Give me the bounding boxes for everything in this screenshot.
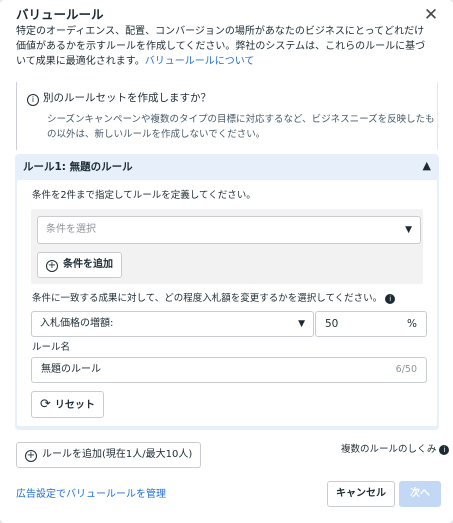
condition-select[interactable]: 条件を選択 ▼ [37, 216, 421, 244]
rule-heading: ルール1: 無題のルール [23, 161, 133, 173]
rule-name-label: ルール名 [32, 342, 71, 353]
chevron-up-icon[interactable]: ▲ [423, 159, 431, 172]
bid-adjust-text: 条件に一致する成果に対して、どの程度入札額を変更するかを選択してください。 [32, 293, 383, 304]
info-box: i 別のルールセットを作成しますか？ シーズンキャンペーンや複数のタイプの目標に対… [16, 82, 438, 150]
info-icon: i [439, 445, 450, 455]
rule-panel: ルール1: 無題のルール ▲ 条件を2件まで指定してルールを定義してください。 … [15, 154, 439, 430]
add-condition-button[interactable]: + 条件を追加 [37, 252, 122, 278]
caret-down-icon: ▼ [405, 225, 412, 235]
percent-unit: % [407, 318, 417, 330]
close-icon[interactable]: ✕ [423, 7, 439, 24]
reset-label: リセット [54, 400, 95, 411]
rule-name-input[interactable]: 無題のルール 6/50 [31, 357, 427, 383]
info-question: i 別のルールセットを作成しますか？ [27, 91, 211, 106]
next-button[interactable]: 次へ [399, 481, 441, 507]
rule-content: 条件を2件まで指定してルールを定義してください。 条件を選択 ▼ + 条件を追加 … [17, 180, 437, 426]
condition-label: 条件を2件まで指定してルールを定義してください。 [32, 190, 256, 201]
add-rule-label: ルールを追加(現在1人/最大10人) [42, 449, 193, 460]
bid-percent-value: 50 [325, 318, 339, 330]
multiple-rules-text: 複数のルールのしくみ [341, 444, 437, 455]
bid-percent-input[interactable]: 50 % [315, 311, 427, 337]
rule-name-count: 6/50 [395, 364, 417, 375]
bid-direction-value: 入札価格の増額: [40, 318, 114, 329]
add-rule-button[interactable]: + ルールを追加(現在1人/最大10人) [16, 442, 202, 468]
info-icon[interactable]: i [385, 294, 396, 304]
learn-more-link[interactable]: バリュールールについて [145, 56, 255, 67]
manage-rules-link[interactable]: 広告設定でバリュールールを管理 [16, 488, 166, 501]
value-rules-dialog: バリュールール 特定のオーディエンス、配置、コンバージョンの場所があなたのビジネ… [0, 0, 453, 523]
cancel-button[interactable]: キャンセル [327, 481, 395, 507]
multiple-rules-help[interactable]: 複数のルールのしくみ i [341, 443, 450, 456]
reset-button[interactable]: ⟳ リセット [31, 391, 104, 418]
dialog-header: バリュールール 特定のオーディエンス、配置、コンバージョンの場所があなたのビジネ… [16, 6, 426, 69]
bid-direction-select[interactable]: 入札価格の増額: ▼ [31, 311, 314, 337]
refresh-icon: ⟳ [40, 397, 51, 412]
plus-icon: + [25, 450, 37, 462]
condition-box: 条件を選択 ▼ + 条件を追加 [31, 209, 423, 284]
info-question-text: 別のルールセットを作成しますか？ [43, 92, 211, 104]
dialog-body: i 別のルールセットを作成しますか？ シーズンキャンペーンや複数のタイプの目標に対… [0, 78, 453, 440]
condition-placeholder: 条件を選択 [46, 224, 96, 235]
question-icon: i [27, 94, 39, 106]
add-condition-label: 条件を追加 [63, 259, 113, 270]
info-body: シーズンキャンペーンや複数のタイプの目標に対応するなど、ビジネスニーズを反映した… [47, 114, 435, 140]
plus-icon: + [46, 260, 58, 272]
bid-adjust-label: 条件に一致する成果に対して、どの程度入札額を変更するかを選択してください。 i [32, 292, 396, 305]
caret-down-icon: ▼ [298, 319, 305, 329]
dialog-title: バリュールール [16, 7, 104, 22]
rule-name-value: 無題のルール [41, 364, 101, 375]
dialog-description: 特定のオーディエンス、配置、コンバージョンの場所があなたのビジネスにとってどれだ… [16, 24, 426, 69]
